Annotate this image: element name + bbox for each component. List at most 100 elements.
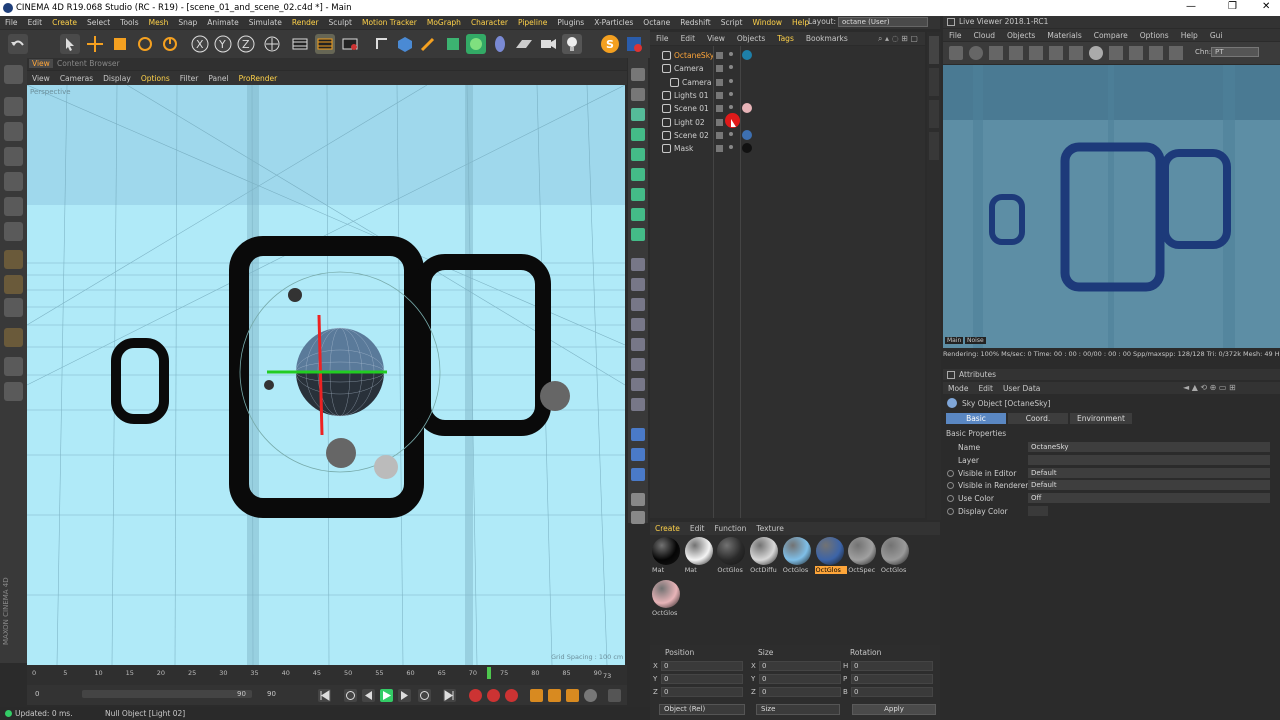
keyframe-selection-icon[interactable] (505, 689, 518, 702)
coordinate-field[interactable]: 0 (851, 674, 933, 684)
animate-radio-icon[interactable] (947, 508, 954, 515)
next-keyframe-icon[interactable] (418, 689, 431, 702)
next-frame-icon[interactable] (398, 689, 411, 702)
octane-tool-5-icon[interactable] (631, 148, 645, 161)
octane-tool-13-icon[interactable] (631, 318, 645, 331)
restart-render-icon[interactable] (969, 46, 983, 60)
white-balance-icon[interactable] (1149, 46, 1163, 60)
render-settings-icon[interactable] (340, 34, 360, 54)
viewport-menu-prorender[interactable]: ProRender (239, 74, 278, 83)
menu-edit[interactable]: Edit (28, 18, 43, 27)
scale-icon[interactable] (110, 34, 130, 54)
material-swatch[interactable]: OctDiffu (749, 537, 779, 577)
mm-menu-function[interactable]: Function (714, 524, 746, 533)
sculpt-icon[interactable] (4, 328, 23, 347)
coordinate-field[interactable]: 0 (661, 674, 743, 684)
edges-mode-icon[interactable] (4, 197, 23, 216)
attribute-value-field[interactable]: OctaneSky (1028, 442, 1270, 452)
channel-select[interactable]: PT (1211, 47, 1259, 57)
layer-visibility-icon[interactable] (716, 78, 723, 86)
editor-render-dots-icon[interactable] (729, 145, 733, 150)
recent-tools-icon[interactable] (160, 34, 180, 54)
om-menu-edit[interactable]: Edit (681, 34, 696, 43)
tab-takes[interactable] (929, 100, 939, 128)
lv-menu-help[interactable]: Help (1181, 31, 1198, 40)
workplane-icon[interactable] (4, 147, 23, 166)
octane-tool-11-icon[interactable] (631, 278, 645, 291)
menu-mesh[interactable]: Mesh (149, 18, 169, 27)
menu-create[interactable]: Create (52, 18, 77, 27)
frame-range-slider[interactable] (82, 690, 252, 698)
menu-file[interactable]: File (5, 18, 18, 27)
tab-structure[interactable] (929, 132, 939, 160)
om-menu-bookmarks[interactable]: Bookmarks (806, 34, 848, 43)
menu-window[interactable]: Window (752, 18, 782, 27)
pause-render-icon[interactable] (989, 46, 1003, 60)
render-to-picture-viewer-icon[interactable] (315, 34, 335, 54)
render-view-icon[interactable] (290, 34, 310, 54)
timeline-ruler[interactable]: 0 5 10 15 20 25 30 35 40 45 50 55 60 65 70 75 80 85 90 (32, 666, 612, 682)
material-swatch[interactable]: OctGlos (814, 537, 847, 577)
viewport-menu-panel[interactable]: Panel (208, 74, 228, 83)
send-scene-icon[interactable] (949, 46, 963, 60)
attr-menu-user-data[interactable]: User Data (1003, 384, 1040, 393)
object-row[interactable]: Scene 01 (650, 102, 925, 115)
editor-render-dots-icon[interactable] (729, 52, 733, 56)
menu-redshift[interactable]: Redshift (680, 18, 710, 27)
coordinate-field[interactable]: 0 (851, 661, 933, 671)
layer-visibility-icon[interactable] (716, 131, 723, 139)
object-row[interactable]: Lights 01 (650, 89, 925, 102)
om-menu-tags[interactable]: Tags (777, 34, 794, 43)
viewport-menu-view[interactable]: View (32, 74, 50, 83)
attr-menu-mode[interactable]: Mode (948, 384, 968, 393)
viewport-menu-filter[interactable]: Filter (180, 74, 199, 83)
x-axis-lock-icon[interactable]: X (190, 34, 210, 54)
coordinate-field[interactable]: 0 (759, 661, 841, 671)
octane-tool-8-icon[interactable] (631, 208, 645, 221)
tab-environment-tag[interactable]: Environment Tag (1070, 413, 1132, 434)
viewport-menu-cameras[interactable]: Cameras (60, 74, 93, 83)
record-position-icon[interactable] (530, 689, 543, 702)
lv-menu-materials[interactable]: Materials (1047, 31, 1081, 40)
menu-octane[interactable]: Octane (643, 18, 670, 27)
polygons-mode-icon[interactable] (4, 222, 23, 241)
coordinate-field[interactable]: 0 (759, 674, 841, 684)
tab-main[interactable]: Main (945, 337, 964, 344)
lock-icon[interactable] (1049, 46, 1063, 60)
tab-content-browser[interactable]: Content Browser (54, 59, 123, 68)
panel-grip-icon[interactable] (947, 18, 955, 26)
octane-tool-21-icon[interactable] (631, 493, 645, 506)
record-scale-icon[interactable] (548, 689, 561, 702)
stop-render-icon[interactable] (1009, 46, 1023, 60)
subdivision-icon[interactable] (443, 34, 463, 54)
material-tag-icon[interactable] (742, 143, 752, 154)
layer-visibility-icon[interactable] (716, 65, 723, 73)
light-icon[interactable] (562, 34, 582, 54)
lv-menu-compare[interactable]: Compare (1094, 31, 1128, 40)
menu-motion-tracker[interactable]: Motion Tracker (362, 18, 417, 27)
octane-tool-20-icon[interactable] (631, 468, 645, 481)
maximize-button[interactable]: ❐ (1228, 1, 1237, 12)
attribute-value-field[interactable]: Default (1028, 467, 1270, 478)
layer-visibility-icon[interactable] (716, 105, 723, 113)
attribute-value-field[interactable] (1028, 454, 1270, 465)
cube-icon[interactable] (395, 34, 415, 54)
minimize-button[interactable]: — (1186, 1, 1196, 12)
menu-x-particles[interactable]: X-Particles (594, 18, 633, 27)
octane-tool-17-icon[interactable] (631, 398, 645, 411)
material-swatch[interactable]: OctSpec (847, 537, 877, 577)
coordinate-system-icon[interactable] (262, 34, 282, 54)
attribute-value-field[interactable]: Off (1028, 493, 1270, 504)
axis-mode-icon[interactable] (4, 250, 23, 269)
floor-icon[interactable] (514, 34, 534, 54)
menu-render[interactable]: Render (292, 18, 319, 27)
menu-select[interactable]: Select (87, 18, 110, 27)
attributes-nav-icons[interactable]: ◄ ▲ ⟲ ⊕ ▭ ⊞ (1183, 383, 1236, 392)
clay-mode-icon[interactable] (1169, 46, 1183, 60)
om-menu-view[interactable]: View (707, 34, 725, 43)
editor-render-dots-icon[interactable] (729, 65, 733, 70)
tab-basic[interactable]: Basic (946, 413, 1006, 424)
animate-radio-icon[interactable] (947, 495, 954, 503)
octane-tool-6-icon[interactable] (631, 168, 645, 181)
camera-icon[interactable] (538, 34, 558, 54)
